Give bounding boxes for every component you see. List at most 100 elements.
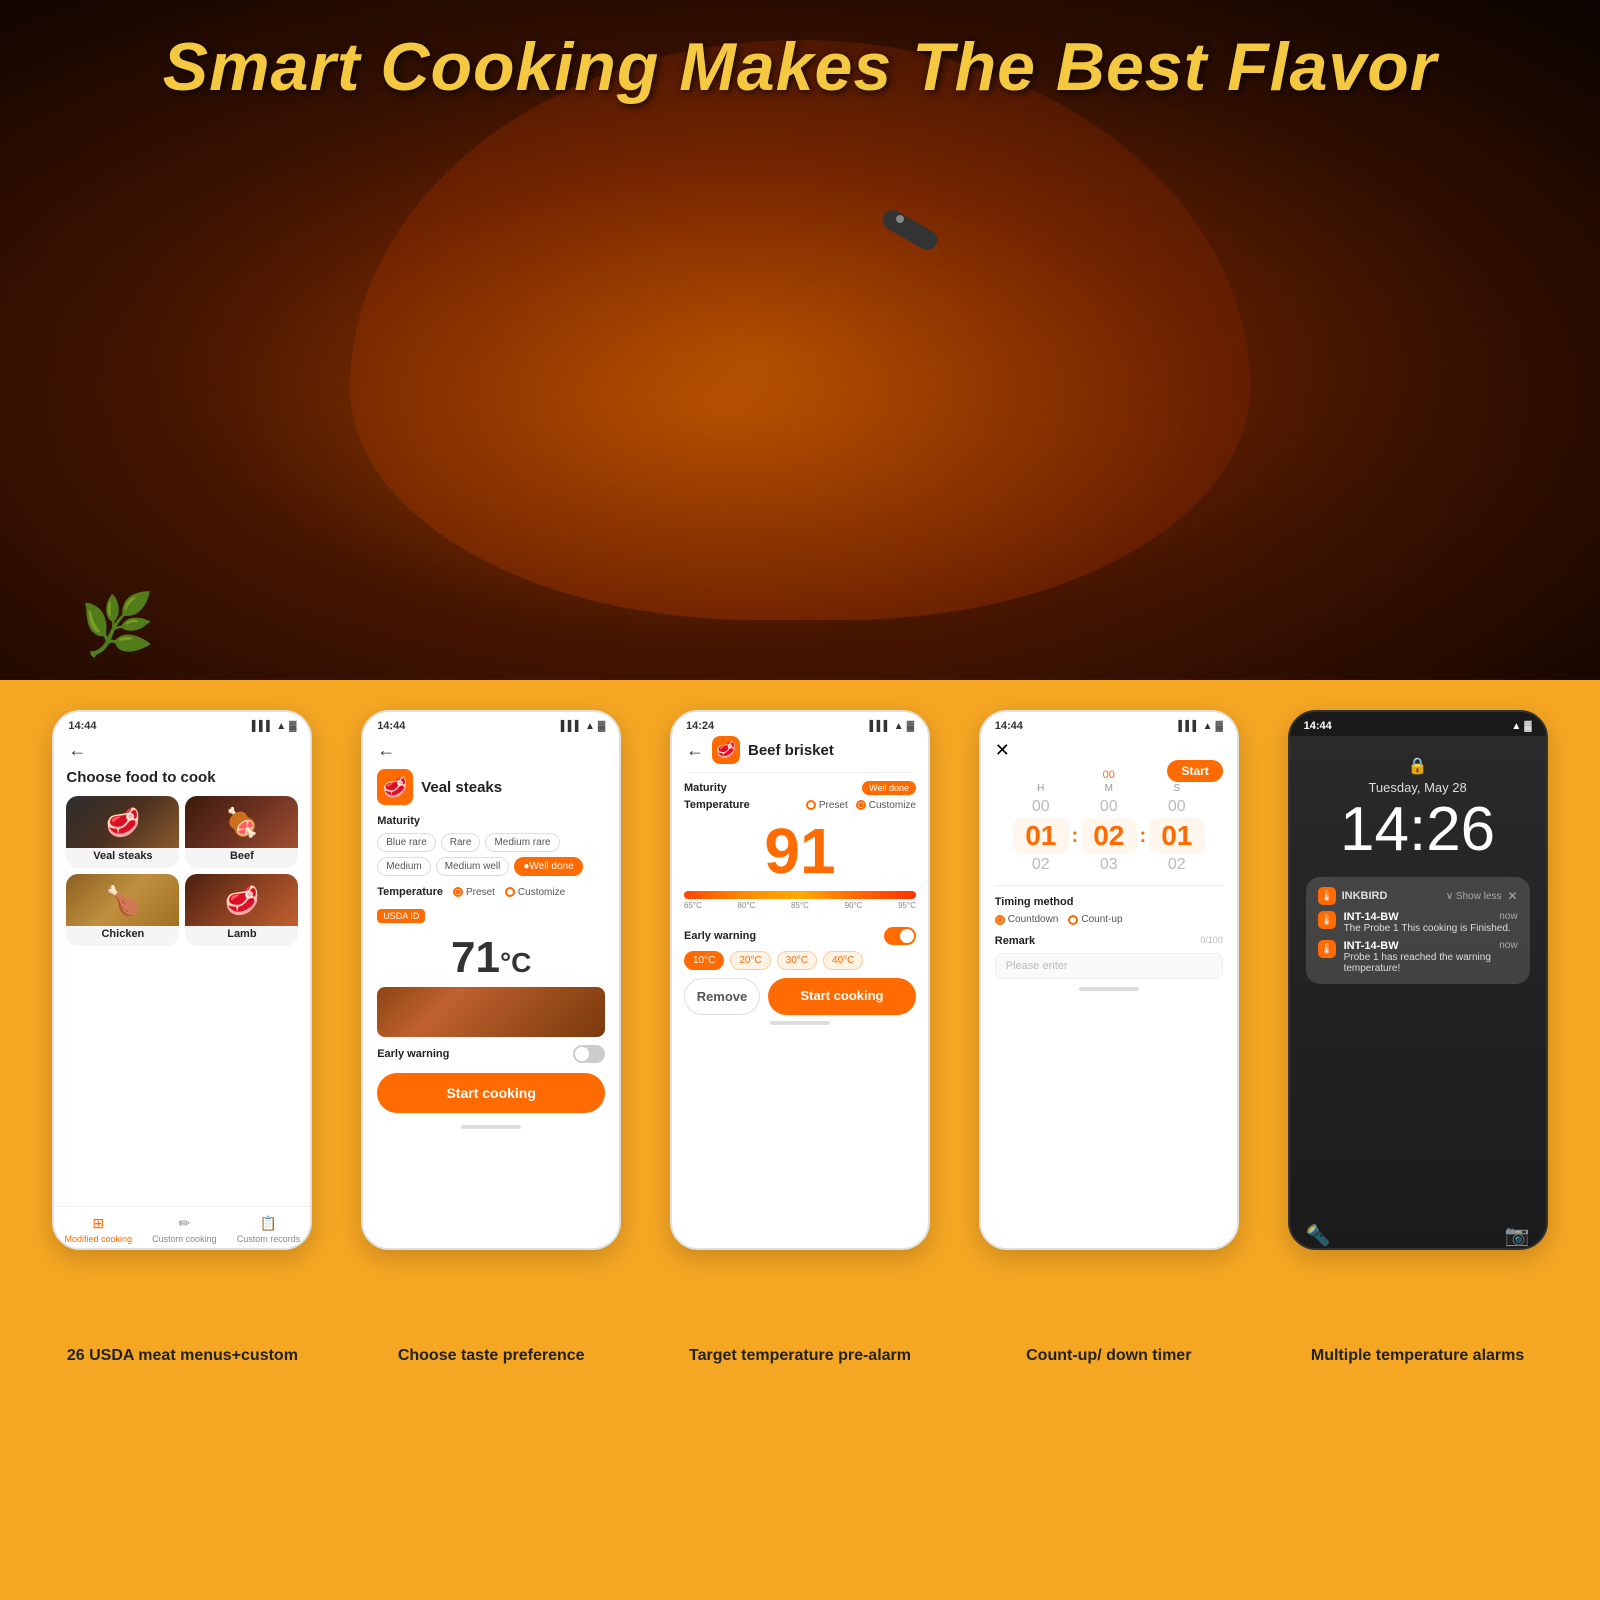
timer-row-dim: 00 00 00 [995, 798, 1223, 816]
ew-20[interactable]: 20°C [730, 951, 770, 970]
nav-modified[interactable]: ⊞ Modified cooking [64, 1215, 132, 1244]
maturity-rare[interactable]: Rare [441, 833, 481, 852]
show-less-btn[interactable]: ∨ Show less [1446, 891, 1502, 902]
phone4-header: ✕ Start [981, 736, 1237, 769]
notif2-title: INT-14-BW [1344, 940, 1399, 952]
maturity-well-done[interactable]: ●Well done [514, 857, 582, 876]
lock-symbol: 🔒 [1408, 758, 1428, 775]
wifi-icon3: ▲ [894, 721, 904, 732]
customize-radio3[interactable] [856, 800, 866, 810]
chicken-label: Chicken [66, 926, 179, 942]
notif1-content: INT-14-BW now The Probe 1 This cooking i… [1344, 911, 1518, 934]
customize-option[interactable]: Customize [505, 887, 565, 898]
custom-icon: ✏ [179, 1215, 191, 1232]
maturity-blue-rare[interactable]: Blue rare [377, 833, 436, 852]
lamb-label: Lamb [185, 926, 298, 942]
ew-30[interactable]: 30°C [777, 951, 817, 970]
phone2-content: 🥩 Veal steaks Maturity Blue rare Rare Me… [363, 769, 619, 1113]
phone3-header: ← 🥩 Beef brisket [672, 736, 928, 772]
preset-radio3[interactable] [806, 800, 816, 810]
food-item-beef[interactable]: 🍖 Beef [185, 796, 298, 868]
phone2: 14:44 ▌▌▌ ▲ ▓ ← 🥩 Veal steaks Maturity [361, 710, 621, 1250]
m-main[interactable]: 02 [1081, 818, 1137, 854]
customize-option3[interactable]: Customize [856, 800, 916, 811]
notif-app-name: INKBIRD [1342, 890, 1388, 902]
start-cooking-button[interactable]: Start cooking [377, 1073, 605, 1113]
maturity-medium[interactable]: Medium [377, 857, 431, 876]
caption-1: 26 USDA meat menus+custom [40, 1346, 325, 1367]
signal-icon4: ▌▌▌ [1178, 721, 1199, 732]
back-arrow2[interactable]: ← [377, 740, 395, 760]
battery-icon: ▓ [289, 721, 296, 732]
temp-value: 71 [451, 933, 500, 982]
scale-65: 65°C [684, 901, 702, 910]
ew-10[interactable]: 10°C [684, 951, 724, 970]
customize-radio[interactable] [505, 887, 515, 897]
lock-time: 14:26 [1306, 799, 1530, 861]
maturity-label3: Maturity [684, 782, 727, 794]
food-item-lamb[interactable]: 🥩 Lamb [185, 874, 298, 946]
camera-icon[interactable]: 📷 [1505, 1223, 1530, 1248]
nav-custom[interactable]: ✏ Custom cooking [152, 1215, 217, 1244]
m-dim-00: 00 [1081, 798, 1137, 816]
m-label: M [1081, 783, 1137, 794]
back-arrow[interactable]: ← [68, 740, 86, 760]
battery-icon4: ▓ [1215, 721, 1222, 732]
caption-2: Choose taste preference [349, 1346, 634, 1367]
scale-95: 95°C [898, 901, 916, 910]
h-main[interactable]: 01 [1013, 818, 1069, 854]
notif-close-btn[interactable]: ✕ [1508, 889, 1518, 903]
maturity-medium-rare[interactable]: Medium rare [485, 833, 559, 852]
s-main[interactable]: 01 [1149, 818, 1205, 854]
torch-icon[interactable]: 🔦 [1306, 1223, 1331, 1248]
countdown-radio[interactable] [995, 915, 1005, 925]
lamb-icon-area: 🥩 [185, 874, 298, 926]
notification-card-group: 🌡 INKBIRD ∨ Show less ✕ 🌡 [1306, 877, 1530, 984]
timer-labels-row: H M S [995, 783, 1223, 794]
caption-4: Count-up/ down timer [966, 1346, 1251, 1367]
phone4: 14:44 ▌▌▌ ▲ ▓ ✕ Start 00 H [979, 710, 1239, 1250]
notif-actions: ∨ Show less ✕ [1446, 889, 1518, 903]
h-dim: 00 [1013, 798, 1069, 816]
beef-label: Beef [185, 848, 298, 864]
food-grid: 🥩 Veal steaks 🍖 Beef 🍗 Chicken 🥩 [66, 796, 298, 946]
herb-decoration: 🌿 [80, 589, 155, 660]
early-warning-toggle3[interactable] [884, 927, 916, 945]
food-item-veal[interactable]: 🥩 Veal steaks [66, 796, 179, 868]
notif1-body: The Probe 1 This cooking is Finished. [1344, 923, 1518, 934]
start-cooking-button3[interactable]: Start cooking [768, 978, 916, 1015]
food-item-chicken[interactable]: 🍗 Chicken [66, 874, 179, 946]
phone3-container: 14:24 ▌▌▌ ▲ ▓ ← 🥩 Beef brisket [658, 710, 943, 1250]
phone5-status-icons: ▲ ▓ [1511, 721, 1531, 732]
back-arrow3[interactable]: ← [686, 740, 704, 761]
preset-option[interactable]: Preset [453, 887, 495, 898]
remove-button[interactable]: Remove [684, 978, 760, 1015]
maturity-options: Blue rare Rare Medium rare Medium Medium… [377, 833, 605, 876]
probe-button [896, 215, 904, 223]
phone1-container: 14:44 ▌▌▌ ▲ ▓ ← Choose food to cook 🥩 [40, 710, 325, 1250]
toggle-knob [575, 1047, 589, 1061]
ew-40[interactable]: 40°C [823, 951, 863, 970]
x-close-btn[interactable]: ✕ [995, 740, 1010, 760]
early-warning-toggle[interactable] [573, 1045, 605, 1063]
countup-radio[interactable] [1068, 915, 1078, 925]
beef-icon: 🥩 [712, 736, 740, 764]
start-top-button[interactable]: Start [1167, 760, 1222, 782]
countdown-option[interactable]: Countdown [995, 914, 1059, 925]
notification-2: 🌡 INT-14-BW now Probe 1 has reached the … [1318, 940, 1518, 974]
nav-records-label: Custom records [237, 1234, 301, 1244]
phone4-container: 14:44 ▌▌▌ ▲ ▓ ✕ Start 00 H [966, 710, 1251, 1250]
signal-icon2: ▌▌▌ [561, 721, 582, 732]
modified-icon: ⊞ [92, 1215, 104, 1232]
preset-option3[interactable]: Preset [806, 800, 848, 811]
preset-radio[interactable] [453, 887, 463, 897]
phone3: 14:24 ▌▌▌ ▲ ▓ ← 🥩 Beef brisket [670, 710, 930, 1250]
nav-records[interactable]: 📋 Custom records [237, 1215, 301, 1244]
notif1-header-row: INT-14-BW now [1344, 911, 1518, 923]
phone5-status-bar: 14:44 ▲ ▓ [1290, 712, 1546, 736]
countup-option[interactable]: Count-up [1068, 914, 1122, 925]
remark-input[interactable]: Please enter [995, 953, 1223, 979]
maturity-medium-well[interactable]: Medium well [436, 857, 510, 876]
phone3-content: Maturity Well done Temperature Preset [672, 781, 928, 1015]
remark-label: Remark [995, 935, 1035, 947]
